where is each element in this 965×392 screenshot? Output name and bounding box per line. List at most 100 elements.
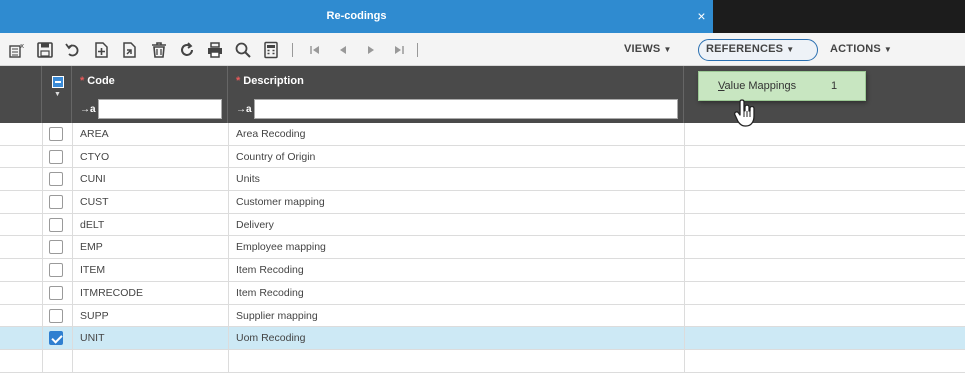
first-page-icon[interactable] [306,41,324,59]
actions-label: ACTIONS [830,43,881,55]
description-cell[interactable]: Area Recoding [236,123,305,145]
column-divider [72,191,73,213]
copy-icon[interactable] [120,41,138,59]
required-marker: * [236,75,241,87]
filter-operator-icon[interactable]: →a [236,104,252,115]
description-cell[interactable]: Delivery [236,214,274,236]
column-divider [72,259,73,281]
column-divider [228,213,229,236]
column-divider [42,236,43,259]
toolbar: x VIEWS ▼ REFERENCES ▼ ACTIONS ▼ [0,33,965,66]
menu-item-label: alue Mappings [724,80,797,92]
description-column-header[interactable]: * Description →a [228,66,684,123]
row-checkbox[interactable] [49,263,63,278]
table-row[interactable]: ITEM Item Recoding [0,259,965,282]
row-checkbox[interactable] [49,331,63,346]
table-row[interactable]: dELT Delivery [0,213,965,237]
chevron-down-icon: ▼ [786,45,795,54]
row-checkbox[interactable] [49,308,63,323]
table-row[interactable]: AREA Area Recoding [0,123,965,146]
table-row[interactable]: EMP Employee mapping [0,236,965,260]
row-checkbox[interactable] [49,217,63,232]
close-icon[interactable]: × [690,0,713,33]
row-checkbox[interactable] [49,195,63,210]
column-divider [72,123,73,145]
column-divider [228,281,229,304]
code-cell[interactable]: SUPP [80,305,109,327]
description-cell[interactable]: Item Recoding [236,282,304,304]
column-divider [42,191,43,213]
code-filter-input[interactable] [98,99,222,119]
column-divider [72,281,73,304]
description-cell[interactable]: Item Recoding [236,259,304,281]
column-divider [228,349,229,372]
column-divider [684,259,685,281]
code-column-header[interactable]: * Code →a [72,66,228,123]
references-dropdown: Value Mappings 1 [698,71,866,101]
code-cell[interactable]: dELT [80,214,104,236]
code-cell[interactable]: CTYO [80,146,109,168]
table-row[interactable]: CTYO Country of Origin [0,145,965,169]
code-cell[interactable]: ITMRECODE [80,282,143,304]
table-row[interactable]: CUST Customer mapping [0,191,965,214]
references-menu-label[interactable]: REFERENCES ▼ [706,43,794,55]
description-cell[interactable]: Supplier mapping [236,305,318,327]
code-cell[interactable]: UNIT [80,327,105,349]
description-filter-input[interactable] [254,99,678,119]
column-divider [42,327,43,349]
row-checkbox[interactable] [49,127,63,141]
actions-menu-button[interactable]: ACTIONS ▼ [830,43,892,55]
column-divider [684,327,685,349]
previous-page-icon[interactable] [334,41,352,59]
export-excel-icon[interactable]: x [8,41,26,59]
column-divider [42,123,43,145]
code-cell[interactable]: EMP [80,236,103,258]
description-cell[interactable]: Customer mapping [236,191,325,213]
column-divider [228,168,229,191]
undo-icon[interactable] [64,41,82,59]
column-divider [684,123,685,145]
row-checkbox[interactable] [49,240,63,255]
save-icon[interactable] [36,41,54,59]
filter-operator-icon[interactable]: →a [80,104,96,115]
search-icon[interactable] [234,41,252,59]
required-marker: * [80,75,85,87]
table-row[interactable] [0,349,965,373]
table-row[interactable]: ITMRECODE Item Recoding [0,281,965,305]
code-cell[interactable]: CUNI [80,168,106,190]
table-row[interactable]: UNIT Uom Recoding [0,327,965,350]
code-cell[interactable]: ITEM [80,259,105,281]
description-cell[interactable]: Uom Recoding [236,327,305,349]
column-divider [228,304,229,327]
description-cell[interactable]: Country of Origin [236,146,315,168]
add-icon[interactable] [92,41,110,59]
last-page-icon[interactable] [390,41,408,59]
row-gutter-header [0,66,42,123]
column-divider [72,327,73,349]
code-cell[interactable]: AREA [80,123,109,145]
row-checkbox[interactable] [49,172,63,187]
hand-cursor-icon [733,98,759,130]
description-cell[interactable]: Employee mapping [236,236,326,258]
description-cell[interactable]: Units [236,168,260,190]
chevron-down-icon[interactable]: ▼ [54,91,61,98]
column-divider [684,236,685,259]
next-page-icon[interactable] [362,41,380,59]
code-cell[interactable]: CUST [80,191,109,213]
calculator-icon[interactable] [262,41,280,59]
code-column-label: Code [87,75,115,87]
views-menu-button[interactable]: VIEWS ▼ [624,43,672,55]
select-all-checkbox[interactable] [52,76,64,88]
table-row[interactable]: SUPP Supplier mapping [0,304,965,328]
table-row[interactable]: CUNI Units [0,168,965,192]
delete-icon[interactable] [150,41,168,59]
column-divider [72,304,73,327]
refresh-icon[interactable] [178,41,196,59]
chevron-down-icon: ▼ [663,45,672,54]
print-icon[interactable] [206,41,224,59]
column-divider [42,304,43,327]
column-divider [684,304,685,327]
references-label: REFERENCES [706,43,784,55]
row-checkbox[interactable] [49,149,63,164]
row-checkbox[interactable] [49,285,63,300]
